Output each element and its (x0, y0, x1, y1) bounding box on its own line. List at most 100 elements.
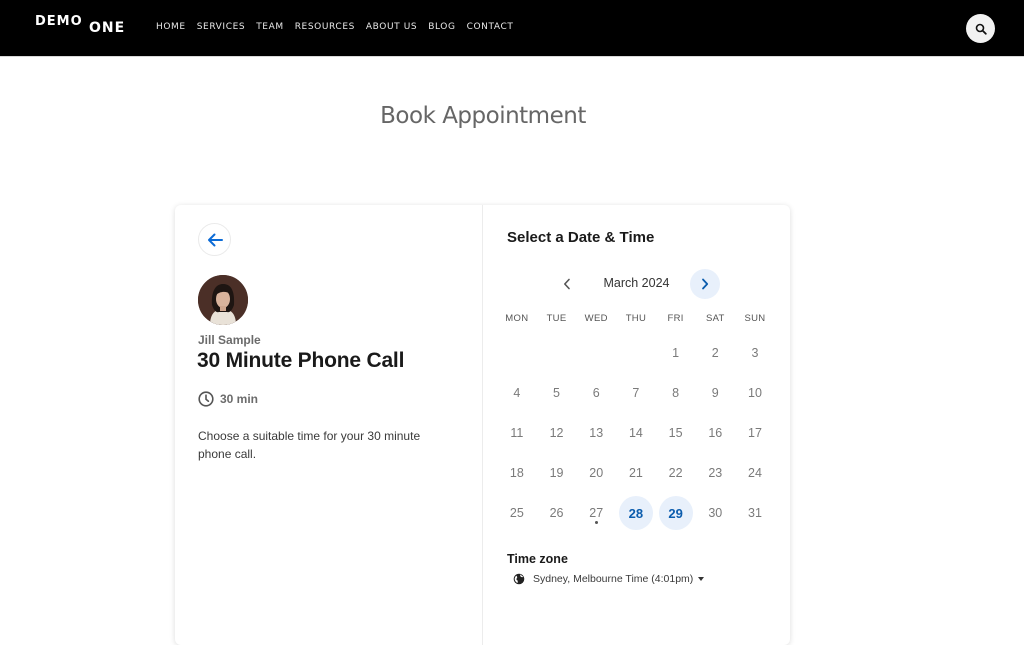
calendar-blank (497, 333, 537, 373)
panel-divider (482, 205, 483, 645)
weekday-mon: MON (505, 313, 529, 324)
calendar-day: 12 (537, 413, 577, 453)
day-number: 19 (549, 466, 564, 480)
day-number: 11 (510, 426, 524, 440)
day-number: 22 (668, 466, 683, 480)
calendar-day: 15 (656, 413, 696, 453)
day-number: 2 (711, 346, 719, 360)
calendar: MON TUE WED THU FRI SAT SUN 1 2 3 4 5 6 7 8 9 10 11 12 13 1… (497, 313, 777, 533)
day-number: 4 (513, 386, 521, 400)
calendar-day: 6 (576, 373, 616, 413)
timezone-value: Sydney, Melbourne Time (4:01pm) (533, 573, 694, 585)
day-button[interactable]: 29 (658, 496, 693, 530)
chevron-right-icon (702, 278, 709, 290)
weekday-sat: SAT (705, 313, 725, 324)
day-number: 10 (748, 386, 762, 400)
calendar-blank (576, 333, 616, 373)
calendar-day: 20 (576, 453, 616, 493)
event-title: 30 Minute Phone Call (197, 349, 405, 372)
calendar-day: 26 (537, 493, 577, 533)
day-number: 24 (748, 466, 762, 480)
duration-label: 30 min (220, 392, 259, 406)
host-photo (198, 275, 248, 325)
calendar-day: 13 (576, 413, 616, 453)
logo-text-demo: DEMO (35, 14, 83, 29)
day-number: 27 (589, 506, 604, 520)
calendar-day: 16 (695, 413, 735, 453)
timezone-label: Time zone (507, 552, 568, 566)
day-number: 3 (751, 346, 759, 360)
day-number: 5 (553, 386, 560, 400)
calendar-day-available[interactable]: 28 (616, 493, 656, 533)
day-number: 12 (549, 426, 564, 440)
nav-contact[interactable]: CONTACT (467, 22, 514, 32)
calendar-day: 2 (695, 333, 735, 373)
select-date-time-heading: Select a Date & Time (507, 229, 655, 246)
day-number: 17 (748, 426, 762, 440)
weekday-fri: FRI (667, 313, 684, 324)
day-number: 13 (589, 426, 604, 440)
calendar-day: 22 (656, 453, 696, 493)
nav-home[interactable]: HOME (156, 22, 186, 32)
calendar-day: 3 (735, 333, 775, 373)
day-number: 16 (708, 426, 723, 440)
next-month-button[interactable] (690, 269, 720, 299)
calendar-day: 11 (497, 413, 537, 453)
day-number: 26 (549, 506, 564, 520)
nav-blog[interactable]: BLOG (428, 22, 455, 32)
today-indicator (594, 521, 598, 524)
calendar-day: 9 (695, 373, 735, 413)
calendar-day: 8 (656, 373, 696, 413)
timezone-select[interactable]: Sydney, Melbourne Time (4:01pm) (513, 573, 705, 585)
nav-team[interactable]: TEAM (256, 22, 284, 32)
day-number: 1 (672, 346, 680, 360)
weekday-wed: WED (584, 313, 608, 324)
day-number: 25 (509, 506, 524, 520)
nav-resources[interactable]: RESOURCES (295, 22, 355, 32)
search-button[interactable] (966, 14, 995, 43)
calendar-day: 21 (616, 453, 656, 493)
calendar-day: 18 (497, 453, 537, 493)
nav-services[interactable]: SERVICES (197, 22, 245, 32)
caret-down-icon (698, 577, 705, 581)
globe-icon (513, 573, 525, 585)
day-number: 30 (708, 506, 723, 520)
month-label: March 2024 (603, 276, 670, 290)
day-number: 31 (748, 506, 762, 520)
calendar-day: 30 (695, 493, 735, 533)
calendar-day: 23 (695, 453, 735, 493)
event-description: Choose a suitable time for your 30 minut… (198, 429, 421, 461)
day-number: 6 (592, 386, 600, 400)
calendar-day-available[interactable]: 29 (656, 493, 696, 533)
day-button[interactable]: 28 (618, 496, 653, 530)
weekday-header: MON TUE WED THU FRI SAT SUN (497, 313, 777, 324)
calendar-day: 14 (616, 413, 656, 453)
weekday-thu: THU (625, 313, 647, 324)
day-number: 20 (589, 466, 604, 480)
previous-month-button[interactable] (555, 272, 579, 296)
weekday-tue: TUE (546, 313, 567, 324)
logo-text-one: ONE (89, 20, 126, 36)
calendar-day: 25 (497, 493, 537, 533)
calendar-day: 4 (497, 373, 537, 413)
clock-icon (198, 391, 214, 407)
booking-card: Jill Sample 30 Minute Phone Call 30 min … (175, 205, 790, 645)
host-avatar (198, 275, 248, 325)
nav-about-us[interactable]: ABOUT US (366, 22, 417, 32)
day-number: 23 (708, 466, 723, 480)
day-number: 14 (628, 426, 643, 440)
day-number: 21 (628, 466, 643, 480)
back-button[interactable] (198, 223, 231, 256)
arrow-left-icon (207, 233, 223, 246)
search-icon (975, 23, 987, 35)
chevron-left-icon (564, 278, 570, 290)
calendar-day: 24 (735, 453, 775, 493)
calendar-day: 10 (735, 373, 775, 413)
event-duration: 30 min (198, 391, 258, 407)
page-title: Book Appointment (380, 103, 586, 129)
calendar-days: 1 2 3 4 5 6 7 8 9 10 11 12 13 14 15 16 17 18 19 20 21 22 23 24 2… (497, 333, 777, 533)
calendar-blank (537, 333, 577, 373)
day-number: 7 (632, 386, 640, 400)
host-name: Jill Sample (198, 333, 261, 347)
calendar-day: 19 (537, 453, 577, 493)
